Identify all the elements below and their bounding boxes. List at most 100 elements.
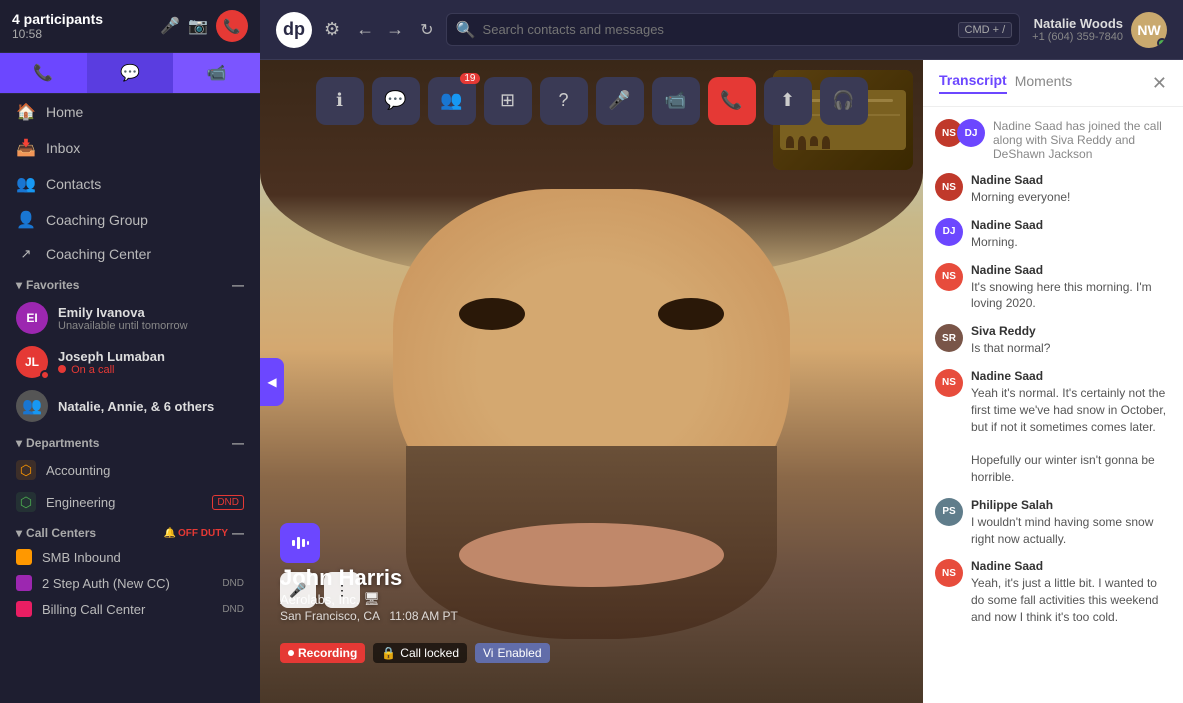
call-timer: 10:58 — [12, 27, 103, 41]
favorite-joseph[interactable]: JL Joseph Lumaban On a call — [0, 340, 260, 384]
msg-1-text: Morning everyone! — [971, 189, 1070, 206]
dept-engineering[interactable]: ⬡ Engineering DND — [0, 486, 260, 518]
joseph-status: On a call — [58, 364, 165, 376]
favorite-emily[interactable]: EI Emily Ivanova Unavailable until tomor… — [0, 296, 260, 340]
system-avatar2: DJ — [957, 119, 985, 147]
cc-smb-label: SMB Inbound — [42, 550, 121, 565]
content-area: ◀ John Harris Aerolabs, Inc. 🖥 — [260, 60, 1183, 703]
call-centers-toggle[interactable]: ▾ — [16, 526, 22, 540]
msg-1-sender: Nadine Saad — [971, 173, 1070, 187]
main-content: dp ⚙ ← → ↻ 🔍 CMD + / Natalie Woods +1 (6… — [260, 0, 1183, 703]
back-button[interactable]: ← — [352, 15, 378, 44]
msg-4-avatar: SR — [935, 324, 963, 352]
sidebar-item-coaching-center[interactable]: ↗ Coaching Center — [0, 238, 260, 270]
sidebar-item-inbox[interactable]: 📥 Inbox — [0, 130, 260, 166]
emily-name: Emily Ivanova — [58, 305, 188, 320]
favorites-toggle[interactable]: ▾ — [16, 278, 22, 292]
sidebar-item-contacts-label: Contacts — [46, 176, 101, 192]
msg-1: NS Nadine Saad Morning everyone! — [935, 173, 1171, 206]
cc-billing[interactable]: Billing Call Center DND — [0, 596, 260, 622]
user-phone: +1 (604) 359-7840 — [1032, 31, 1123, 43]
chat-button[interactable]: 💬 — [372, 77, 420, 125]
video-quick-button[interactable]: 📹 — [173, 53, 260, 93]
departments-edit-icon[interactable]: — — [232, 436, 244, 450]
departments-toggle[interactable]: ▾ — [16, 436, 22, 450]
call-header: 4 participants 10:58 🎤 📷 📞 — [0, 0, 260, 53]
tab-moments[interactable]: Moments — [1015, 73, 1073, 93]
video-button[interactable]: 📷 — [188, 16, 208, 36]
msg-3-avatar: NS — [935, 263, 963, 291]
msg-3-text: It's snowing here this morning. I'm lovi… — [971, 279, 1171, 313]
msg-6-text: I wouldn't mind having some snow right n… — [971, 514, 1171, 548]
caller-location: San Francisco, CA 11:08 AM PT — [280, 609, 458, 623]
joseph-avatar: JL — [16, 346, 48, 378]
mic-mini-button[interactable]: 🎤 — [280, 572, 316, 608]
msg-5: NS Nadine Saad Yeah it's normal. It's ce… — [935, 369, 1171, 486]
end-call-toolbar-button[interactable]: 📞 — [708, 77, 756, 125]
departments-label: Departments — [26, 436, 232, 450]
refresh-button[interactable]: ↻ — [420, 20, 433, 40]
topbar: dp ⚙ ← → ↻ 🔍 CMD + / Natalie Woods +1 (6… — [260, 0, 1183, 60]
settings-button[interactable]: ⚙ — [324, 19, 340, 40]
rec-dot — [288, 650, 294, 656]
help-button[interactable]: ? — [540, 77, 588, 125]
msg-3: NS Nadine Saad It's snowing here this mo… — [935, 263, 1171, 313]
group-name: Natalie, Annie, & 6 others — [58, 399, 214, 414]
end-call-button[interactable]: 📞 — [216, 10, 248, 42]
sidebar-item-home-label: Home — [46, 104, 83, 120]
app-logo: dp — [276, 12, 312, 48]
more-mini-button[interactable]: ⋮ — [324, 572, 360, 608]
call-centers-edit-icon[interactable]: — — [232, 526, 244, 540]
msg-5-avatar: NS — [935, 369, 963, 397]
favorites-label: Favorites — [26, 278, 232, 292]
tab-transcript[interactable]: Transcript — [939, 72, 1007, 94]
share-button[interactable]: ⬆ — [764, 77, 812, 125]
bell-muted-icon: 🔔 — [164, 528, 176, 539]
video-panel: ◀ John Harris Aerolabs, Inc. 🖥 — [260, 60, 923, 703]
billing-dnd-badge: DND — [222, 604, 244, 615]
smb-color — [16, 549, 32, 565]
dept-accounting-label: Accounting — [46, 463, 110, 478]
headset-button[interactable]: 🎧 — [820, 77, 868, 125]
message-quick-button[interactable]: 💬 — [87, 53, 174, 93]
close-transcript-button[interactable]: ✕ — [1152, 73, 1167, 94]
msg-6-content: Philippe Salah I wouldn't mind having so… — [971, 498, 1171, 548]
forward-button[interactable]: → — [382, 15, 408, 44]
cc-2step-auth[interactable]: 2 Step Auth (New CC) DND — [0, 570, 260, 596]
msg-2-sender: Nadine Saad — [971, 218, 1043, 232]
departments-section-header: ▾ Departments — — [0, 428, 260, 454]
favorites-edit-icon[interactable]: — — [232, 278, 244, 292]
voice-indicator — [280, 523, 320, 563]
sidebar-item-coaching-group[interactable]: 👤 Coaching Group — [0, 202, 260, 238]
dept-accounting[interactable]: ⬡ Accounting — [0, 454, 260, 486]
collapse-sidebar-button[interactable]: ◀ — [260, 358, 284, 406]
video-toolbar-button[interactable]: 📹 — [652, 77, 700, 125]
mute-button[interactable]: 🎤 — [160, 16, 180, 36]
mute-toolbar-button[interactable]: 🎤 — [596, 77, 644, 125]
user-avatar[interactable]: NW — [1131, 12, 1167, 48]
info-button[interactable]: ℹ — [316, 77, 364, 125]
billing-color — [16, 601, 32, 617]
home-icon: 🏠 — [16, 102, 36, 122]
msg-4: SR Siva Reddy Is that normal? — [935, 324, 1171, 357]
search-input[interactable] — [446, 13, 1021, 46]
favorite-group[interactable]: 👥 Natalie, Annie, & 6 others — [0, 384, 260, 428]
lock-icon: 🔒 — [381, 646, 396, 660]
coaching-center-icon: ↗ — [16, 246, 36, 262]
sidebar-item-contacts[interactable]: 👥 Contacts — [0, 166, 260, 202]
grid-button[interactable]: ⊞ — [484, 77, 532, 125]
cc-smb-inbound[interactable]: SMB Inbound — [0, 544, 260, 570]
call-status-badges: Recording 🔒 Call locked Vi Enabled — [280, 643, 550, 663]
transcript-body: NS DJ Nadine Saad has joined the call al… — [923, 107, 1183, 703]
sidebar-item-coaching-group-label: Coaching Group — [46, 212, 148, 228]
msg-5-sender: Nadine Saad — [971, 369, 1171, 383]
recording-badge: Recording — [280, 643, 365, 663]
msg-7-sender: Nadine Saad — [971, 559, 1171, 573]
participants-count-badge: 19 — [460, 73, 479, 84]
oncall-dot — [58, 365, 66, 373]
participants-button[interactable]: 👥 19 — [428, 77, 476, 125]
call-quick-button[interactable]: 📞 — [0, 53, 87, 93]
msg-7-content: Nadine Saad Yeah, it's just a little bit… — [971, 559, 1171, 625]
sidebar-item-home[interactable]: 🏠 Home — [0, 94, 260, 130]
joseph-name: Joseph Lumaban — [58, 349, 165, 364]
